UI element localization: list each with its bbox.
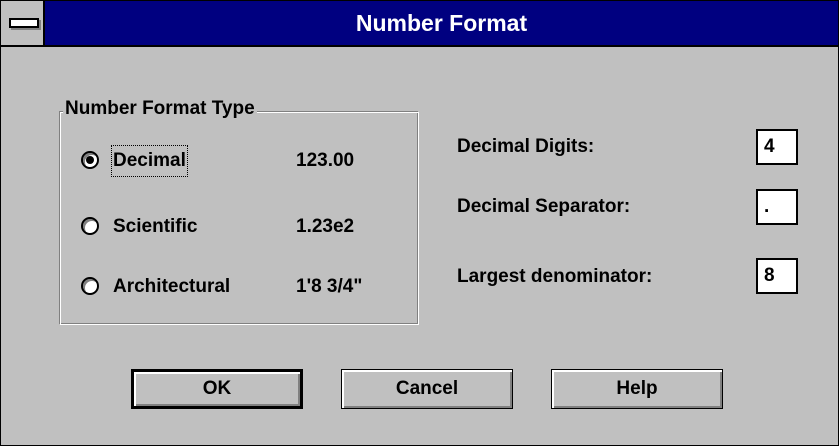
system-menu-button[interactable] xyxy=(1,1,45,45)
radio-selected-icon[interactable] xyxy=(81,151,99,169)
radio-scientific-label[interactable]: Scientific xyxy=(113,213,197,241)
radio-unselected-icon[interactable] xyxy=(81,277,99,295)
number-format-dialog: Number Format Number Format Type Decimal… xyxy=(0,0,839,446)
scientific-example: 1.23e2 xyxy=(296,216,355,237)
group-title: Number Format Type xyxy=(63,98,257,120)
decimal-separator-label: Decimal Separator: xyxy=(457,196,631,217)
radio-architectural-label[interactable]: Architectural xyxy=(113,273,230,301)
largest-denominator-label: Largest denominator: xyxy=(457,266,653,287)
decimal-separator-field[interactable]: . xyxy=(756,189,798,225)
title-bar[interactable]: Number Format xyxy=(1,1,838,47)
system-menu-icon xyxy=(9,18,39,28)
largest-denominator-field[interactable]: 8 xyxy=(756,258,798,294)
decimal-example: 123.00 xyxy=(296,150,355,171)
window-title: Number Format xyxy=(355,10,528,36)
help-button[interactable]: Help xyxy=(551,369,723,409)
cancel-button[interactable]: Cancel xyxy=(341,369,513,409)
ok-button[interactable]: OK xyxy=(131,369,303,409)
decimal-digits-label: Decimal Digits: xyxy=(457,136,595,157)
radio-unselected-icon[interactable] xyxy=(81,217,99,235)
decimal-digits-field[interactable]: 4 xyxy=(756,129,798,165)
architectural-example: 1'8 3/4" xyxy=(296,276,363,297)
radio-decimal-label[interactable]: Decimal xyxy=(111,145,188,177)
